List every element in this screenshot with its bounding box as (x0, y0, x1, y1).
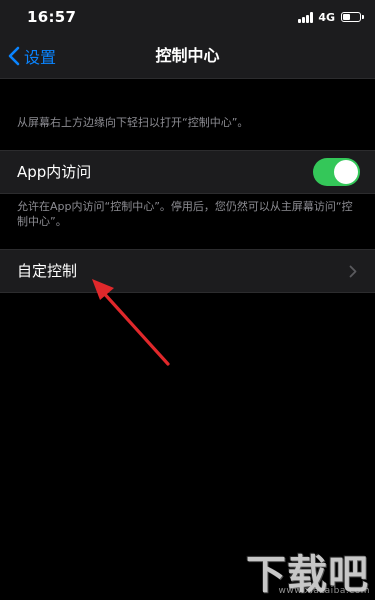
annotation-arrow-icon (92, 279, 170, 366)
